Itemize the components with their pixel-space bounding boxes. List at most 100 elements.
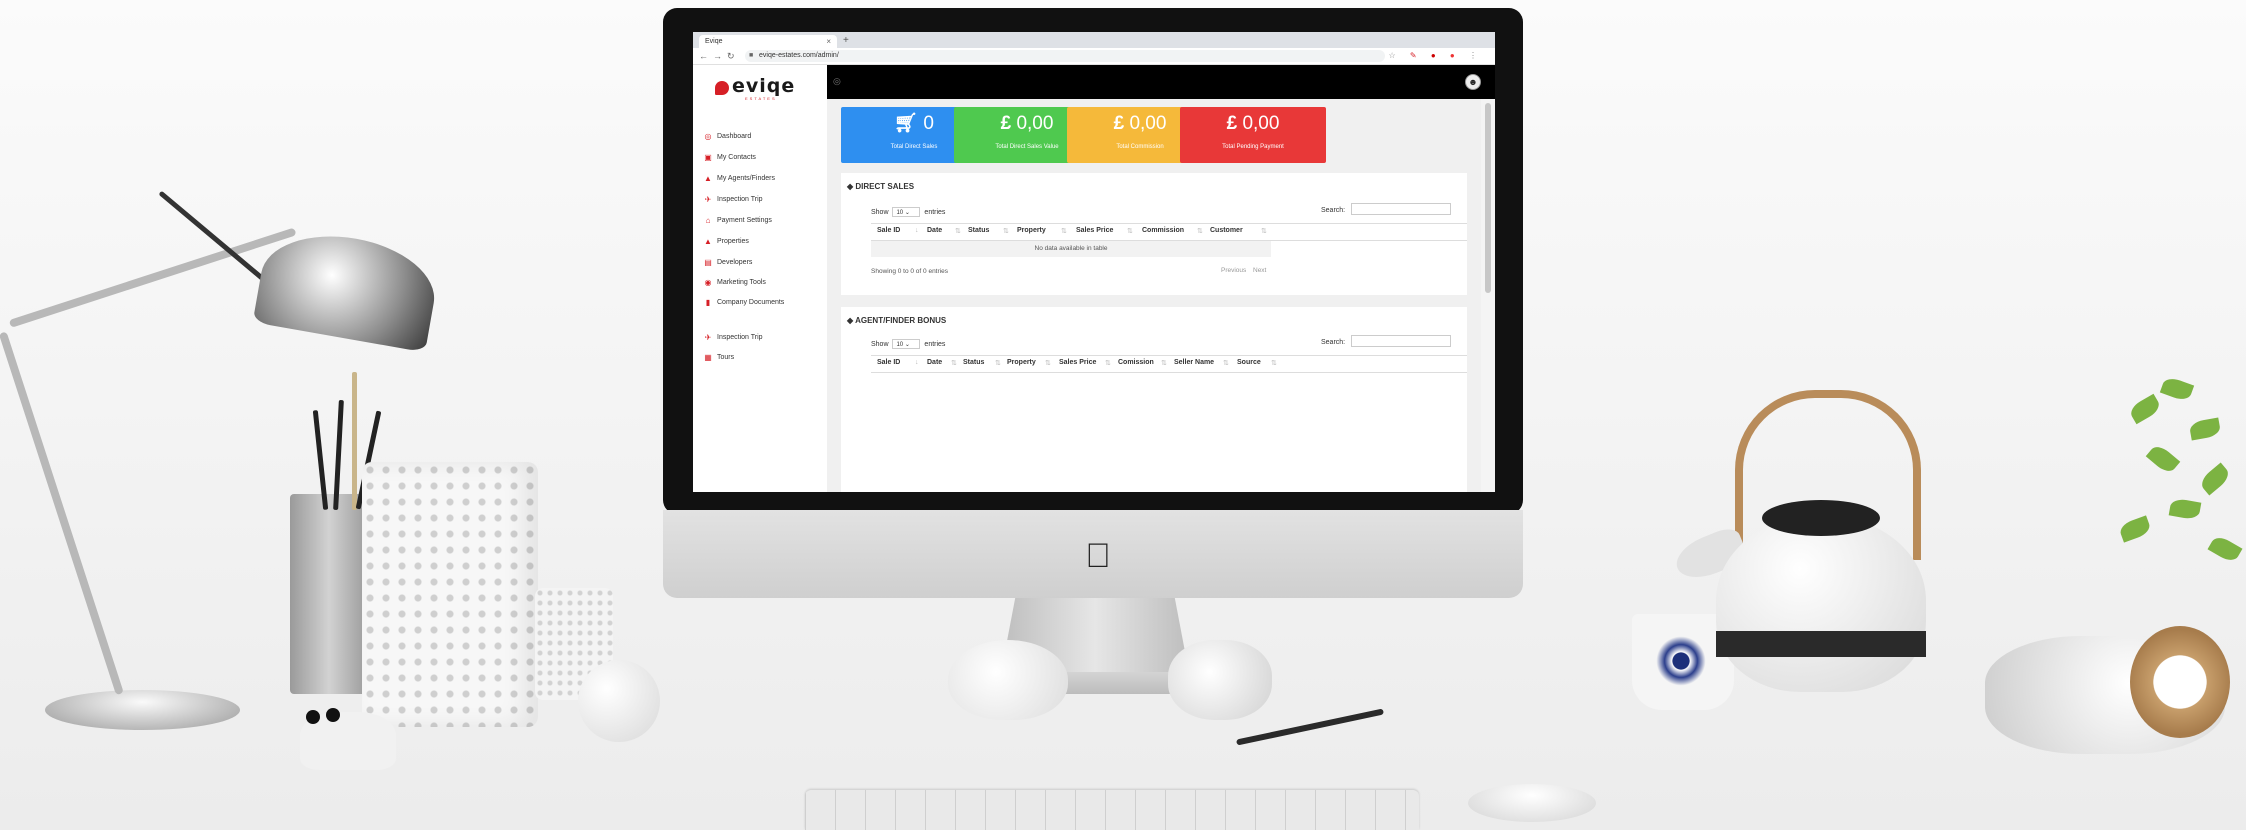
leaf <box>2145 442 2181 476</box>
browser-tab[interactable]: Eviqe × <box>699 35 837 48</box>
flower-pattern <box>1652 632 1710 690</box>
forward-icon[interactable]: → <box>713 50 722 62</box>
top-navbar: ◎ ☻ <box>827 65 1495 99</box>
sidebar-item-label: My Agents/Finders <box>717 175 775 182</box>
back-icon[interactable]: ← <box>699 50 708 62</box>
sidebar-item-developers[interactable]: ▤ Developers <box>703 258 752 268</box>
browser-tab-bar: Eviqe × + <box>693 32 1495 48</box>
scroll-thumb[interactable] <box>1485 103 1491 293</box>
leaf <box>2159 375 2195 403</box>
page-scrollbar[interactable] <box>1481 99 1495 492</box>
next-page-button[interactable]: Next <box>1253 267 1266 274</box>
building-icon: ▤ <box>704 258 712 267</box>
pound-icon: £ <box>1113 113 1125 134</box>
tab-title: Eviqe <box>705 38 723 45</box>
column-header[interactable]: Date <box>927 359 942 366</box>
column-header[interactable]: Status <box>963 359 984 366</box>
table-header: Sale ID ↓ Date ⇅ Status ⇅ Property ⇅ Sales P… <box>871 223 1467 241</box>
sort-icon[interactable]: ↓ <box>915 227 919 234</box>
search-input[interactable] <box>1351 203 1451 215</box>
panda-figurine <box>300 708 396 770</box>
leaf <box>2168 497 2202 521</box>
monitor-screen: Eviqe × + ← → ↻ ■ eviqe-estates.com/admi… <box>693 32 1495 492</box>
glass-ball <box>578 660 660 742</box>
sort-icon[interactable]: ↓ <box>915 359 919 366</box>
pencil <box>352 372 357 510</box>
sidebar-item-label: Company Documents <box>717 299 785 306</box>
sidebar-item-label: Inspection Trip <box>717 334 763 341</box>
sort-icon[interactable]: ⇅ <box>995 359 1001 367</box>
lock-icon: ■ <box>749 52 754 59</box>
lamp-base <box>45 690 240 730</box>
plane-icon: ✈ <box>704 195 712 204</box>
search-label: Search: <box>1321 207 1346 214</box>
stat-label: Total Pending Payment <box>1222 144 1284 150</box>
sort-icon[interactable]: ⇅ <box>1045 359 1051 367</box>
sidebar-item-payment-settings[interactable]: ⌂ Payment Settings <box>703 216 772 226</box>
sort-icon[interactable]: ⇅ <box>1271 359 1277 367</box>
sort-icon[interactable]: ⇅ <box>1127 227 1133 235</box>
sidebar-item-contacts[interactable]: ▣ My Contacts <box>703 153 756 163</box>
leaf <box>2117 515 2153 543</box>
column-header[interactable]: Source <box>1237 359 1261 366</box>
sort-icon[interactable]: ⇅ <box>1197 227 1203 235</box>
bird-figurine <box>948 640 1068 720</box>
sidebar-item-inspection-trip[interactable]: ✈ Inspection Trip <box>703 195 763 205</box>
globe-icon: ◉ <box>704 278 712 287</box>
address-bar[interactable]: ■ eviqe-estates.com/admin/ <box>745 50 1385 62</box>
search-input[interactable] <box>1351 335 1451 347</box>
browser-toolbar: ← → ↻ ■ eviqe-estates.com/admin/ ☆ ✎ ● ●… <box>693 48 1495 65</box>
column-header[interactable]: Property <box>1007 359 1036 366</box>
column-header[interactable]: Sales Price <box>1059 359 1096 366</box>
tab-close-icon[interactable]: × <box>826 35 831 48</box>
column-header[interactable]: Commission <box>1142 227 1184 234</box>
sidebar-item-inspection-trip-2[interactable]: ✈ Inspection Trip <box>703 333 763 343</box>
sort-icon[interactable]: ⇅ <box>1061 227 1067 235</box>
column-header[interactable]: Comission <box>1118 359 1154 366</box>
sidebar-item-label: Developers <box>717 259 753 266</box>
menu-toggle-icon[interactable]: ◎ <box>833 76 841 87</box>
stat-total-pending-payment: £ 0,00 Total Pending Payment <box>1180 107 1326 163</box>
column-header[interactable]: Sales Price <box>1076 227 1113 234</box>
column-header[interactable]: Sale ID <box>877 227 900 234</box>
sort-icon[interactable]: ⇅ <box>1105 359 1111 367</box>
card-title: ◆ AGENT/FINDER BONUS <box>847 316 947 325</box>
sidebar-item-marketing-tools[interactable]: ◉ Marketing Tools <box>703 278 766 288</box>
sidebar-item-properties[interactable]: ▲ Properties <box>703 237 749 247</box>
column-header[interactable]: Status <box>968 227 989 234</box>
leaf <box>2127 393 2163 425</box>
extension-icons[interactable]: ☆ ✎ ● ● ⋮ <box>1389 51 1484 60</box>
sort-icon[interactable]: ⇅ <box>951 359 957 367</box>
user-avatar-icon[interactable]: ☻ <box>1465 74 1481 90</box>
prev-page-button[interactable]: Previous <box>1221 267 1246 274</box>
column-header[interactable]: Seller Name <box>1174 359 1214 366</box>
sidebar-item-label: Inspection Trip <box>717 196 763 203</box>
reload-icon[interactable]: ↻ <box>727 50 735 62</box>
sidebar-item-tours[interactable]: ▦ Tours <box>703 353 734 363</box>
new-tab-button[interactable]: + <box>843 35 849 47</box>
sort-icon[interactable]: ⇅ <box>1161 359 1167 367</box>
sidebar-item-company-documents[interactable]: ▮ Company Documents <box>703 298 785 308</box>
logo-mark <box>715 81 729 95</box>
sort-icon[interactable]: ⇅ <box>955 227 961 235</box>
table-header: Sale ID ↓ Date ⇅ Status ⇅ Property ⇅ Sales P… <box>871 355 1467 373</box>
teapot-lid <box>1762 500 1880 536</box>
user-icon: ▲ <box>704 174 712 183</box>
sort-icon[interactable]: ⇅ <box>1223 359 1229 367</box>
entries-select[interactable]: 10 ⌄ <box>892 207 921 217</box>
entries-select[interactable]: 10 ⌄ <box>892 339 921 349</box>
sort-icon[interactable]: ⇅ <box>1003 227 1009 235</box>
tag-icon: ◆ <box>847 182 854 191</box>
calendar-icon: ▦ <box>704 353 712 362</box>
column-header[interactable]: Property <box>1017 227 1046 234</box>
sidebar-item-dashboard[interactable]: ◎ Dashboard <box>703 132 752 142</box>
agent-finder-bonus-card: ◆ AGENT/FINDER BONUS Show 10 ⌄ entries S… <box>841 307 1467 492</box>
sidebar-item-label: Properties <box>717 238 749 245</box>
column-header[interactable]: Customer <box>1210 227 1243 234</box>
sort-icon[interactable]: ⇅ <box>1261 227 1267 235</box>
entries-length: Show 10 ⌄ entries <box>871 339 946 349</box>
column-header[interactable]: Date <box>927 227 942 234</box>
lamp-head <box>252 223 443 353</box>
sidebar-item-agents[interactable]: ▲ My Agents/Finders <box>703 174 775 184</box>
column-header[interactable]: Sale ID <box>877 359 900 366</box>
